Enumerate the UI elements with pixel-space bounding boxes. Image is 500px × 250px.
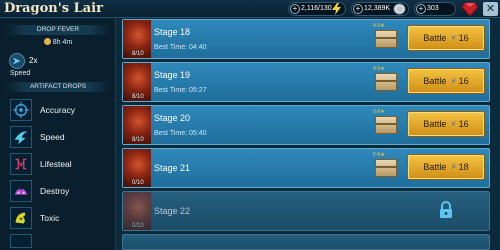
gems-counter[interactable]: + 303 (414, 2, 456, 16)
battle-button[interactable]: Battle ⚡ 16 (407, 111, 485, 137)
energy-icon: ⚡ (450, 119, 457, 129)
reward-chest-icon[interactable]: 4-5★ (373, 23, 399, 53)
silver-icon (393, 3, 406, 15)
drop-fever-timer: 8h 4m (0, 38, 116, 46)
close-button[interactable]: ✕ (483, 2, 498, 16)
stage-energy: 8/10 (132, 51, 144, 57)
clock-icon (43, 38, 51, 45)
add-gems-icon[interactable]: + (416, 4, 426, 14)
artifact-label-toxic: Toxic (40, 213, 60, 223)
energy-icon: ⚡ (450, 162, 457, 172)
gems-value: 303 (427, 5, 439, 12)
stage-energy: 0/10 (132, 180, 144, 186)
stage-name: Stage 20 (154, 113, 191, 123)
energy-icon: ⚡ (450, 76, 457, 86)
toxic-icon[interactable] (10, 207, 32, 229)
energy-icon (332, 3, 341, 15)
gem-icon (462, 2, 478, 16)
speed-icon[interactable] (10, 126, 32, 148)
speed-boost-icon[interactable] (9, 53, 25, 69)
chest-stars: 4-5★ (373, 66, 385, 72)
artifact-label-accuracy: Accuracy (40, 105, 75, 115)
add-silver-icon[interactable]: + (353, 4, 363, 14)
dragon-thumbnail: 8/10 (123, 106, 151, 144)
stage-row-locked[interactable] (122, 234, 490, 250)
chest-stars: 4-5★ (373, 23, 385, 29)
artifact-label-destroy: Destroy (40, 186, 70, 196)
battle-button[interactable]: Battle ⚡ 16 (407, 25, 485, 51)
lifesteal-icon[interactable] (10, 153, 32, 175)
artifact-drops-heading: ARTIFACT DROPS (6, 82, 110, 92)
accuracy-icon[interactable] (10, 99, 32, 121)
stage-row[interactable]: 8/10 Stage 20 Best Time: 05:40 5-6★ Batt… (122, 105, 490, 145)
reward-chest-icon[interactable]: 4-5★ (373, 66, 399, 96)
battle-button[interactable]: Battle ⚡ 18 (407, 154, 485, 180)
stage-row[interactable]: 8/10 Stage 18 Best Time: 04:40 4-5★ Batt… (122, 19, 490, 59)
dragon-thumbnail: 8/10 (123, 63, 151, 101)
stage-row-locked[interactable]: 0/10 Stage 22 (122, 191, 490, 231)
stage-name: Stage 18 (154, 27, 191, 37)
stage-energy: 8/10 (132, 94, 144, 100)
best-time: Best Time: 04:40 (154, 44, 207, 51)
best-time: Best Time: 05:40 (154, 130, 207, 137)
stage-row[interactable]: 0/10 Stage 21 5-6★ Battle ⚡ 18 (122, 148, 490, 188)
energy-counter[interactable]: + 2,116/130 (288, 2, 346, 16)
stage-energy: 0/10 (132, 223, 144, 229)
add-energy-icon[interactable]: + (290, 4, 300, 14)
dragon-thumbnail: 0/10 (123, 149, 151, 187)
chest-stars: 5-6★ (373, 109, 385, 115)
stage-name: Stage 21 (154, 163, 191, 173)
stage-row[interactable]: 8/10 Stage 19 Best Time: 05:27 4-5★ Batt… (122, 62, 490, 102)
battle-button[interactable]: Battle ⚡ 16 (407, 68, 485, 94)
stage-name: Stage 19 (154, 70, 191, 80)
energy-icon: ⚡ (450, 33, 457, 43)
dragon-thumbnail: 8/10 (123, 20, 151, 58)
boost-multiplier: 2x (29, 56, 38, 65)
energy-value: 2,116/130 (301, 5, 332, 12)
artifact-label-lifesteal: Lifesteal (40, 159, 72, 169)
best-time: Best Time: 05:27 (154, 87, 207, 94)
top-bar: Dragon's Lair + 2,116/130 + 12,389K + 30… (0, 0, 500, 18)
silver-counter[interactable]: + 12,389K (351, 2, 409, 16)
lock-icon (440, 201, 452, 218)
reward-chest-icon[interactable]: 5-6★ (373, 152, 399, 182)
sidebar: DROP FEVER 8h 4m 2x Speed ARTIFACT DROPS… (0, 19, 116, 250)
drop-fever-heading: DROP FEVER (6, 25, 110, 35)
artifact-icon[interactable] (10, 234, 32, 248)
silver-value: 12,389K (364, 5, 391, 12)
page-title: Dragon's Lair (4, 1, 103, 16)
dragon-thumbnail: 0/10 (123, 192, 151, 230)
reward-chest-icon[interactable]: 5-6★ (373, 109, 399, 139)
artifact-label-speed: Speed (40, 132, 65, 142)
stage-name: Stage 22 (154, 206, 191, 216)
destroy-icon[interactable] (10, 180, 32, 202)
stage-energy: 8/10 (132, 137, 144, 143)
chest-stars: 5-6★ (373, 152, 385, 158)
boost-label: Speed (10, 70, 31, 77)
